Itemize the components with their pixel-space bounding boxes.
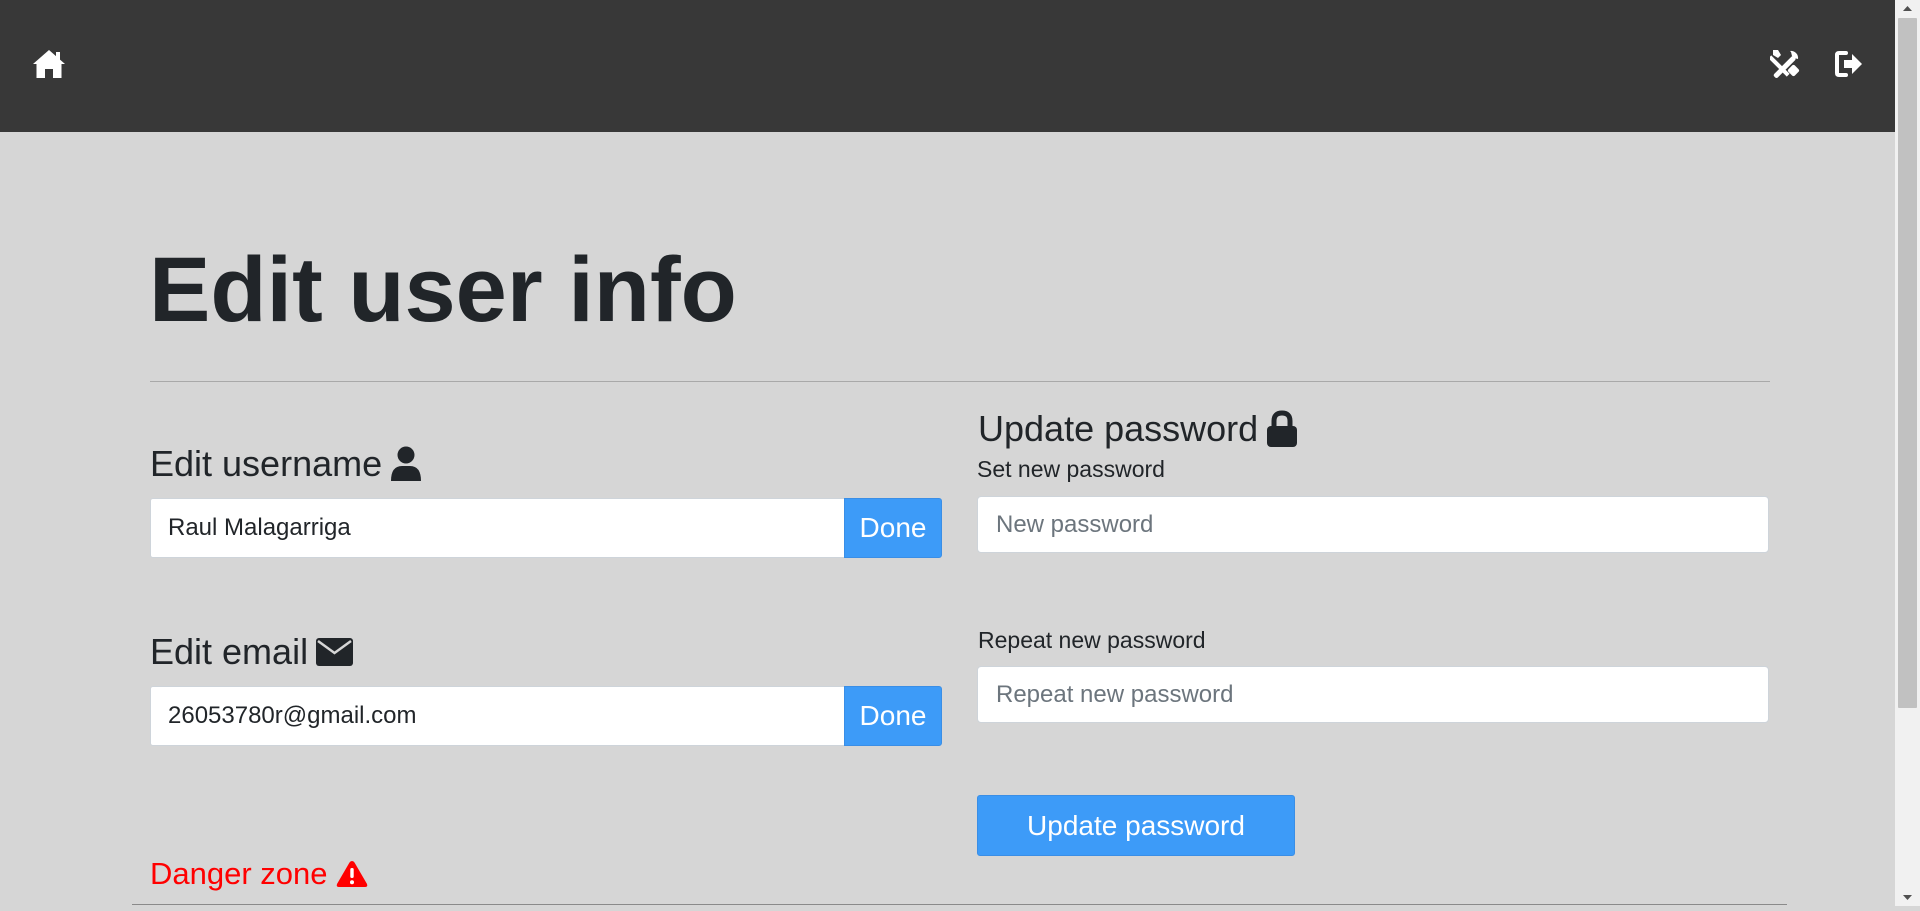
tools-icon	[1770, 49, 1800, 79]
home-button[interactable]	[32, 49, 66, 79]
email-form: Done	[150, 686, 942, 746]
page-title: Edit user info	[149, 239, 737, 341]
username-form: Done	[150, 498, 942, 558]
logout-icon	[1834, 50, 1864, 78]
email-heading: Edit email	[150, 631, 354, 672]
repeat-password-label: Repeat new password	[978, 627, 1206, 653]
envelope-icon	[316, 638, 354, 666]
username-input[interactable]	[150, 498, 844, 558]
email-input[interactable]	[150, 686, 844, 746]
password-heading: Update password	[978, 410, 1298, 448]
password-heading-text: Update password	[978, 408, 1259, 449]
home-icon	[32, 49, 66, 79]
new-password-label: Set new password	[977, 456, 1165, 482]
update-password-button[interactable]: Update password	[977, 795, 1295, 856]
username-done-button[interactable]: Done	[844, 498, 942, 558]
scroll-down-arrow[interactable]	[1895, 889, 1920, 906]
danger-zone-text: Danger zone	[150, 856, 328, 891]
repeat-password-input[interactable]	[977, 666, 1769, 723]
username-heading-text: Edit username	[150, 443, 383, 484]
scrollbar-thumb[interactable]	[1898, 18, 1917, 708]
logout-button[interactable]	[1834, 50, 1864, 78]
title-divider	[150, 381, 1770, 382]
warning-icon	[336, 860, 368, 888]
user-icon	[390, 446, 422, 482]
tools-button[interactable]	[1770, 49, 1800, 79]
username-heading: Edit username	[150, 446, 422, 482]
lock-icon	[1266, 410, 1298, 448]
scrollbar[interactable]	[1895, 0, 1920, 906]
scroll-up-arrow[interactable]	[1895, 0, 1920, 17]
danger-zone-divider	[132, 904, 1787, 905]
top-navbar	[0, 0, 1895, 132]
email-done-button[interactable]: Done	[844, 686, 942, 746]
email-heading-text: Edit email	[150, 631, 309, 672]
new-password-input[interactable]	[977, 496, 1769, 553]
danger-zone-heading: Danger zone	[150, 858, 368, 889]
